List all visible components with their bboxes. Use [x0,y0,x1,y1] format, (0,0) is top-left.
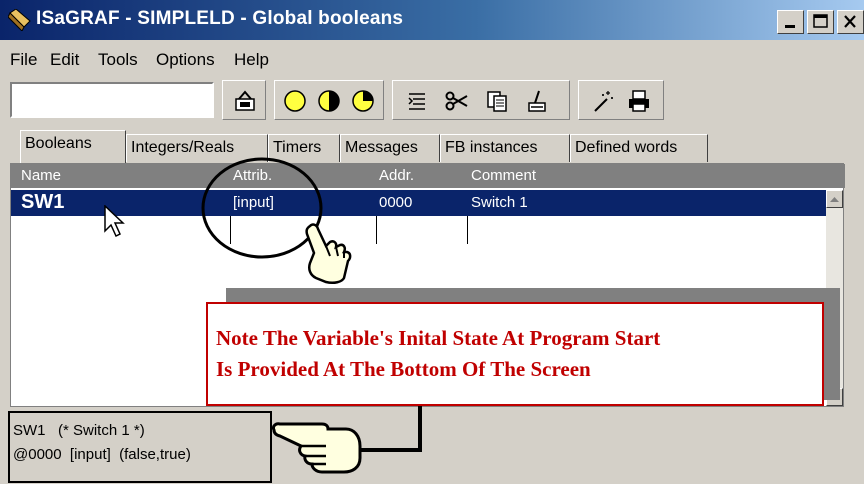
status-line-2: @0000 [input] (false,true) [13,446,191,463]
menu-help[interactable]: Help [234,50,269,70]
scissors-icon[interactable] [445,89,469,113]
column-divider [376,216,377,244]
toolbar-group-edit [392,80,570,120]
maximize-icon [813,14,828,28]
grid-header: Name Attrib. Addr. Comment [11,164,845,188]
menu-options[interactable]: Options [156,50,215,70]
tab-defined-words[interactable]: Defined words [570,134,708,162]
column-header-addr[interactable]: Addr. [379,167,414,184]
menu-edit[interactable]: Edit [50,50,79,70]
title-bar: ISaGRAF - SIMPLELD - Global booleans [0,0,864,40]
window-title: ISaGRAF - SIMPLELD - Global booleans [36,8,404,29]
scroll-up-icon [830,197,839,202]
row-name-cell: SW1 [21,191,65,213]
row-addr-cell: 0000 [379,194,413,211]
yellow-circle-icon[interactable] [283,89,307,113]
close-icon [844,15,856,28]
toolbar [0,78,864,122]
wand-icon[interactable] [591,89,615,113]
scroll-up-button[interactable] [826,190,843,208]
note-line-2: Is Provided At The Bottom Of The Screen [216,357,591,381]
annotation-note: Note The Variable's Inital State At Prog… [206,302,824,406]
note-line-1: Note The Variable's Inital State At Prog… [216,326,661,350]
status-line-1: SW1 (* Switch 1 *) [13,422,145,439]
clock-circle-icon[interactable] [351,89,375,113]
menu-tools[interactable]: Tools [98,50,138,70]
table-row[interactable]: SW1 [input] 0000 Switch 1 [11,190,831,216]
paste-icon[interactable] [525,89,549,113]
column-header-name[interactable]: Name [21,167,61,184]
pointing-hand-icon [272,422,362,474]
column-header-comment[interactable]: Comment [471,167,536,184]
status-bar: SW1 (* Switch 1 *) @0000 [input] (false,… [0,410,864,484]
mouse-pointer-icon [104,205,125,238]
menu-file[interactable]: File [10,50,37,70]
tab-fb-instances[interactable]: FB instances [440,134,570,162]
print-icon[interactable] [627,89,651,113]
open-icon[interactable] [233,89,257,113]
copy-icon[interactable] [485,89,509,113]
connector-line [418,406,422,450]
toolbar-group-circles [274,80,384,120]
pointing-hand-icon [305,223,352,285]
toolbar-group-tools [578,80,664,120]
minimize-icon [785,25,795,28]
menu-bar: File Edit Tools Options Help [0,44,864,74]
tab-messages[interactable]: Messages [340,134,440,162]
maximize-button[interactable] [807,10,834,34]
column-divider [467,216,468,244]
half-circle-icon[interactable] [317,89,341,113]
variable-info-box: SW1 (* Switch 1 *) @0000 [input] (false,… [8,411,272,483]
minimize-button[interactable] [777,10,804,34]
isagraf-app-icon [8,9,31,31]
tab-booleans[interactable]: Booleans [20,130,126,163]
toolbar-input[interactable] [10,82,214,118]
list-icon[interactable] [405,89,429,113]
close-button[interactable] [837,10,864,34]
row-comment-cell: Switch 1 [471,194,528,211]
toolbar-group-open [222,80,266,120]
